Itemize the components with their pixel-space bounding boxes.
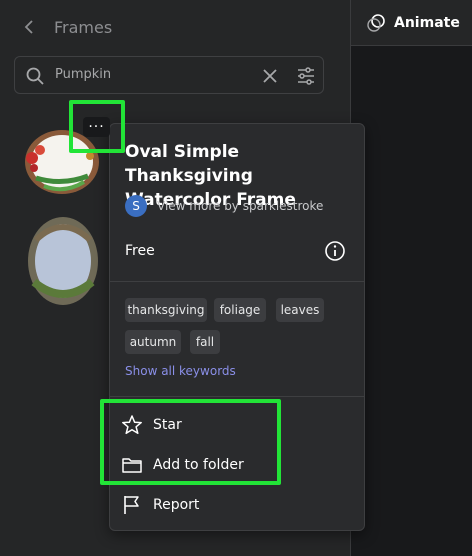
animate-button[interactable]: Animate [351,0,472,46]
tag-autumn[interactable]: autumn [125,330,181,354]
search-icon [26,67,44,85]
search-bar[interactable]: Pumpkin [14,56,324,94]
tag-foliage[interactable]: foliage [214,298,266,322]
divider [110,281,364,282]
author-link[interactable]: S View more by sparklestroke [125,195,323,217]
price-label: Free [125,243,155,259]
avatar: S [125,195,147,217]
show-all-keywords-link[interactable]: Show all keywords [125,364,236,378]
report-button[interactable]: Report [121,492,199,518]
tag-thanksgiving[interactable]: thanksgiving [125,298,207,322]
search-input[interactable]: Pumpkin [55,67,111,82]
panel-title: Frames [54,17,113,37]
highlight-box-more-button [69,100,125,153]
filter-sliders-icon[interactable] [296,66,316,86]
flag-icon [124,496,139,514]
animate-circles-icon [367,13,385,32]
side-panel: Frames Pumpkin ··· Oval Simple Thanksgiv… [0,0,365,556]
tag-leaves[interactable]: leaves [276,298,324,322]
chevron-left-icon[interactable] [22,19,38,35]
editor-canvas-area: Animate [351,0,472,556]
author-text: View more by sparklestroke [157,199,324,213]
tag-fall[interactable]: fall [190,330,220,354]
panel-header: Frames [22,14,112,40]
animate-label: Animate [394,14,460,31]
close-icon[interactable] [262,68,278,84]
info-icon[interactable] [324,240,346,262]
highlight-box-star-folder [100,399,281,485]
divider [110,396,364,397]
report-label: Report [153,497,200,513]
frame-thumbnail-oval-watercolor[interactable] [24,212,102,310]
